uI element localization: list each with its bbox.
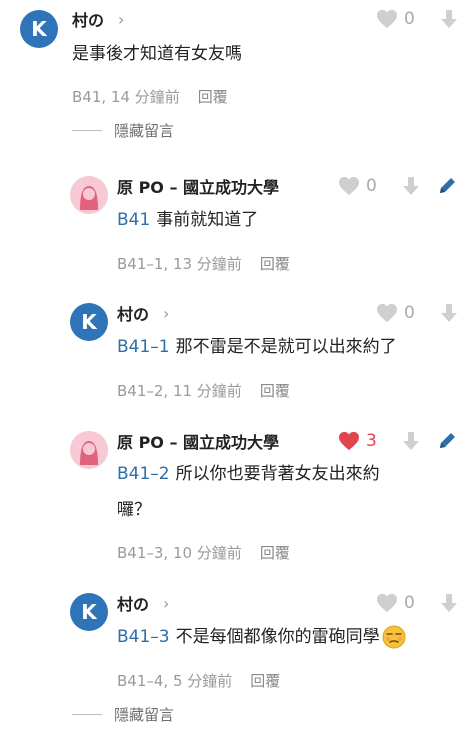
- reply-reference-link[interactable]: B41–1: [117, 337, 170, 357]
- reply-button[interactable]: 回覆: [260, 380, 290, 401]
- floor-time: B41–4, 5 分鐘前: [117, 672, 233, 690]
- arrow-down-icon: [440, 10, 457, 28]
- author-name[interactable]: 原 PO – 國立成功大學: [117, 429, 279, 453]
- avatar-letter: K: [81, 310, 97, 334]
- floor-time: B41–1, 13 分鐘前: [117, 255, 242, 273]
- downvote-button[interactable]: [440, 9, 457, 29]
- female-avatar-icon: [70, 431, 108, 469]
- downvote-button[interactable]: [402, 431, 419, 451]
- hide-replies-toggle[interactable]: 隱藏留言: [72, 704, 174, 725]
- heart-icon: [339, 176, 359, 196]
- floor-time: B41–2, 11 分鐘前: [117, 382, 242, 400]
- downvote-button[interactable]: [440, 303, 457, 323]
- avatar-letter: K: [81, 600, 97, 624]
- avatar[interactable]: K: [20, 10, 58, 48]
- hide-replies-label: 隱藏留言: [114, 122, 175, 140]
- avatar[interactable]: K: [70, 303, 108, 341]
- avatar[interactable]: [70, 176, 108, 214]
- arrow-down-icon: [402, 177, 419, 195]
- divider: [72, 714, 102, 715]
- chevron-right-icon[interactable]: ›: [163, 304, 169, 323]
- floor-time: B41, 14 分鐘前: [72, 88, 180, 106]
- reply-button[interactable]: 回覆: [260, 542, 290, 563]
- comment-text: 不是每個都像你的雷砲同學: [175, 627, 380, 647]
- pencil-icon: [439, 433, 455, 448]
- reply-reference-link[interactable]: B41–2: [117, 464, 170, 484]
- comment-text: 那不雷是不是就可以出來約了: [175, 337, 397, 357]
- like-count: 3: [366, 431, 377, 451]
- heart-icon: [377, 9, 397, 29]
- arrow-down-icon: [440, 594, 457, 612]
- like-button[interactable]: 0: [376, 9, 415, 29]
- author-name[interactable]: 原 PO – 國立成功大學: [117, 174, 279, 198]
- heart-icon: [377, 303, 397, 323]
- like-button[interactable]: 0: [376, 303, 415, 323]
- avatar[interactable]: [70, 431, 108, 469]
- downvote-button[interactable]: [440, 593, 457, 613]
- downvote-button[interactable]: [402, 176, 419, 196]
- avatar[interactable]: K: [70, 593, 108, 631]
- comment-text: 事前就知道了: [156, 210, 259, 230]
- author-name[interactable]: 村の: [72, 7, 104, 31]
- comment-body: B41–3 不是每個都像你的雷砲同學: [117, 622, 406, 652]
- arrow-down-icon: [440, 304, 457, 322]
- edit-button[interactable]: [437, 431, 457, 451]
- like-count: 0: [404, 9, 415, 29]
- like-button[interactable]: 3: [338, 431, 377, 451]
- like-count: 0: [404, 593, 415, 613]
- heart-icon: [377, 593, 397, 613]
- author-name[interactable]: 村の: [117, 591, 149, 615]
- heart-filled-icon: [339, 431, 359, 451]
- comment-text: 所以你也要背著女友出來約: [175, 464, 380, 484]
- female-avatar-icon: [70, 176, 108, 214]
- arrow-down-icon: [402, 432, 419, 450]
- unamused-face-emoji: [382, 625, 406, 649]
- author-name[interactable]: 村の: [117, 301, 149, 325]
- comment-body: B41 事前就知道了: [117, 205, 258, 235]
- comment-text-line2: 囉？: [117, 500, 151, 520]
- like-count: 0: [404, 303, 415, 323]
- chevron-right-icon[interactable]: ›: [118, 10, 124, 29]
- avatar-letter: K: [31, 17, 47, 41]
- hide-replies-label: 隱藏留言: [114, 706, 175, 724]
- reply-button[interactable]: 回覆: [198, 86, 228, 107]
- hide-replies-toggle[interactable]: 隱藏留言: [72, 120, 174, 141]
- divider: [72, 130, 102, 131]
- pencil-icon: [439, 178, 455, 193]
- comment-body: B41–2 所以你也要背著女友出來約 囉？: [117, 459, 457, 525]
- edit-button[interactable]: [437, 176, 457, 196]
- like-button[interactable]: 0: [376, 593, 415, 613]
- comment-body: 是事後才知道有女友嗎: [72, 39, 242, 69]
- comment-text: 是事後才知道有女友嗎: [72, 44, 242, 64]
- reply-reference-link[interactable]: B41–3: [117, 627, 170, 647]
- comment-body: B41–1 那不雷是不是就可以出來約了: [117, 332, 397, 362]
- like-button[interactable]: 0: [338, 176, 377, 196]
- reply-button[interactable]: 回覆: [260, 253, 290, 274]
- floor-time: B41–3, 10 分鐘前: [117, 544, 242, 562]
- reply-reference-link[interactable]: B41: [117, 210, 150, 230]
- reply-button[interactable]: 回覆: [250, 670, 280, 691]
- like-count: 0: [366, 176, 377, 196]
- chevron-right-icon[interactable]: ›: [163, 594, 169, 613]
